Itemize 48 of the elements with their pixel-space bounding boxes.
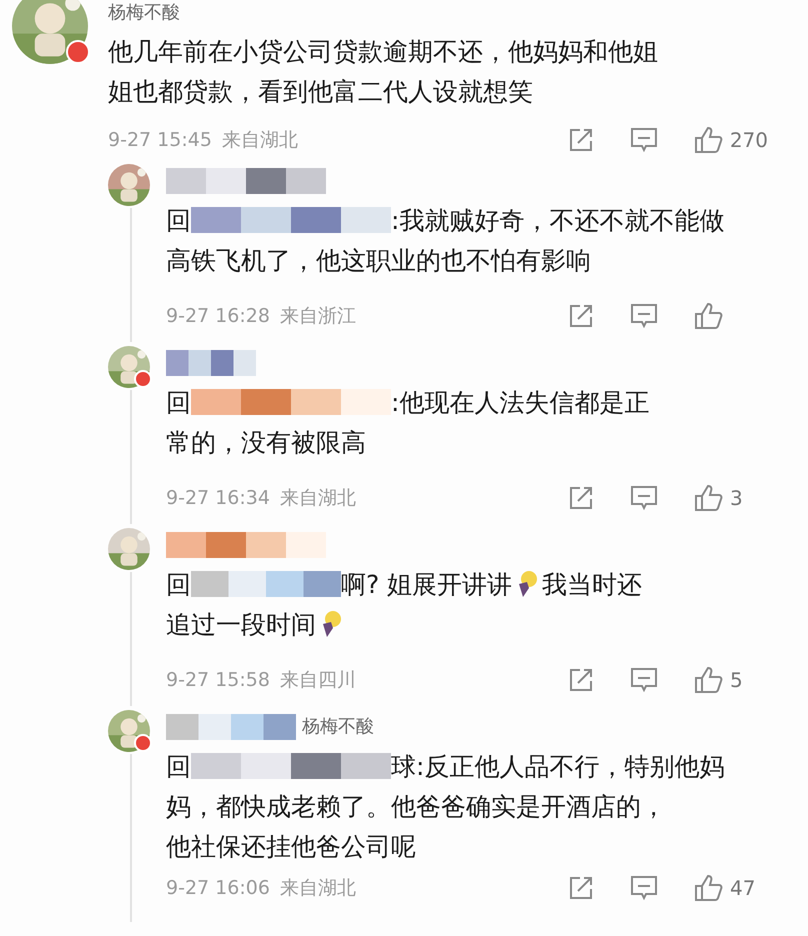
comment-icon[interactable]	[630, 667, 658, 693]
lightbulb-icon	[320, 610, 342, 638]
like-count: 270	[730, 128, 768, 152]
thumbs-up-icon[interactable]	[694, 666, 724, 694]
thumbs-up-icon[interactable]	[694, 302, 724, 330]
share-icon[interactable]	[568, 875, 594, 901]
comment-time: 9-27 16:28	[166, 305, 270, 327]
like-count: 5	[730, 668, 743, 692]
reply-prefix: 回	[166, 204, 191, 236]
location: 来自湖北	[280, 486, 356, 511]
reply-text: :他现在人法失信都是正	[391, 386, 650, 418]
lightbulb-icon	[516, 570, 538, 598]
reply-prefix: 回	[166, 568, 191, 600]
location: 来自浙江	[280, 304, 356, 329]
reply-text: 我当时还	[542, 568, 642, 600]
location: 来自湖北	[280, 876, 356, 901]
like-count: 3	[730, 486, 743, 510]
reply-text: 啊? 姐展开讲讲	[341, 568, 512, 600]
location: 来自湖北	[222, 128, 298, 153]
author-name[interactable]: 杨梅不酸	[108, 2, 768, 24]
comment-time: 9-27 15:45	[108, 129, 212, 151]
like-count: 47	[730, 876, 756, 900]
comment-text: 他几年前在小贷公司贷款逾期不还，他妈妈和他姐姐也都贷款，看到他富二代人设就想笑	[108, 36, 659, 108]
share-icon[interactable]	[568, 485, 594, 511]
thumbs-up-icon[interactable]	[694, 874, 724, 902]
reply-text: 常的，没有被限高	[166, 426, 366, 458]
reply-text: 追过一段时间	[166, 608, 316, 640]
author-name[interactable]: 杨梅不酸	[302, 716, 374, 738]
location: 来自四川	[280, 668, 356, 693]
reply-text: 妈，都快成老赖了。他爸爸确实是开酒店的，	[166, 790, 666, 822]
reply-prefix: 回	[166, 750, 191, 782]
comment-time: 9-27 16:06	[166, 877, 270, 899]
comment-time: 9-27 16:34	[166, 487, 270, 509]
thumbs-up-icon[interactable]	[694, 126, 724, 154]
share-icon[interactable]	[568, 127, 594, 153]
reply-prefix: 回	[166, 386, 191, 418]
share-icon[interactable]	[568, 303, 594, 329]
reply-text: 球:反正他人品不行，特别他妈	[391, 750, 724, 782]
share-icon[interactable]	[568, 667, 594, 693]
comment-icon[interactable]	[630, 303, 658, 329]
comment-icon[interactable]	[630, 127, 658, 153]
reply-text: :我就贼好奇，不还不就不能做	[391, 204, 724, 236]
reply-text: 他社保还挂他爸公司呢	[166, 830, 416, 862]
comment-icon[interactable]	[630, 875, 658, 901]
reply-text: 高铁飞机了，他这职业的也不怕有影响	[166, 244, 591, 276]
comment-time: 9-27 15:58	[166, 669, 270, 691]
thumbs-up-icon[interactable]	[694, 484, 724, 512]
comment-icon[interactable]	[630, 485, 658, 511]
